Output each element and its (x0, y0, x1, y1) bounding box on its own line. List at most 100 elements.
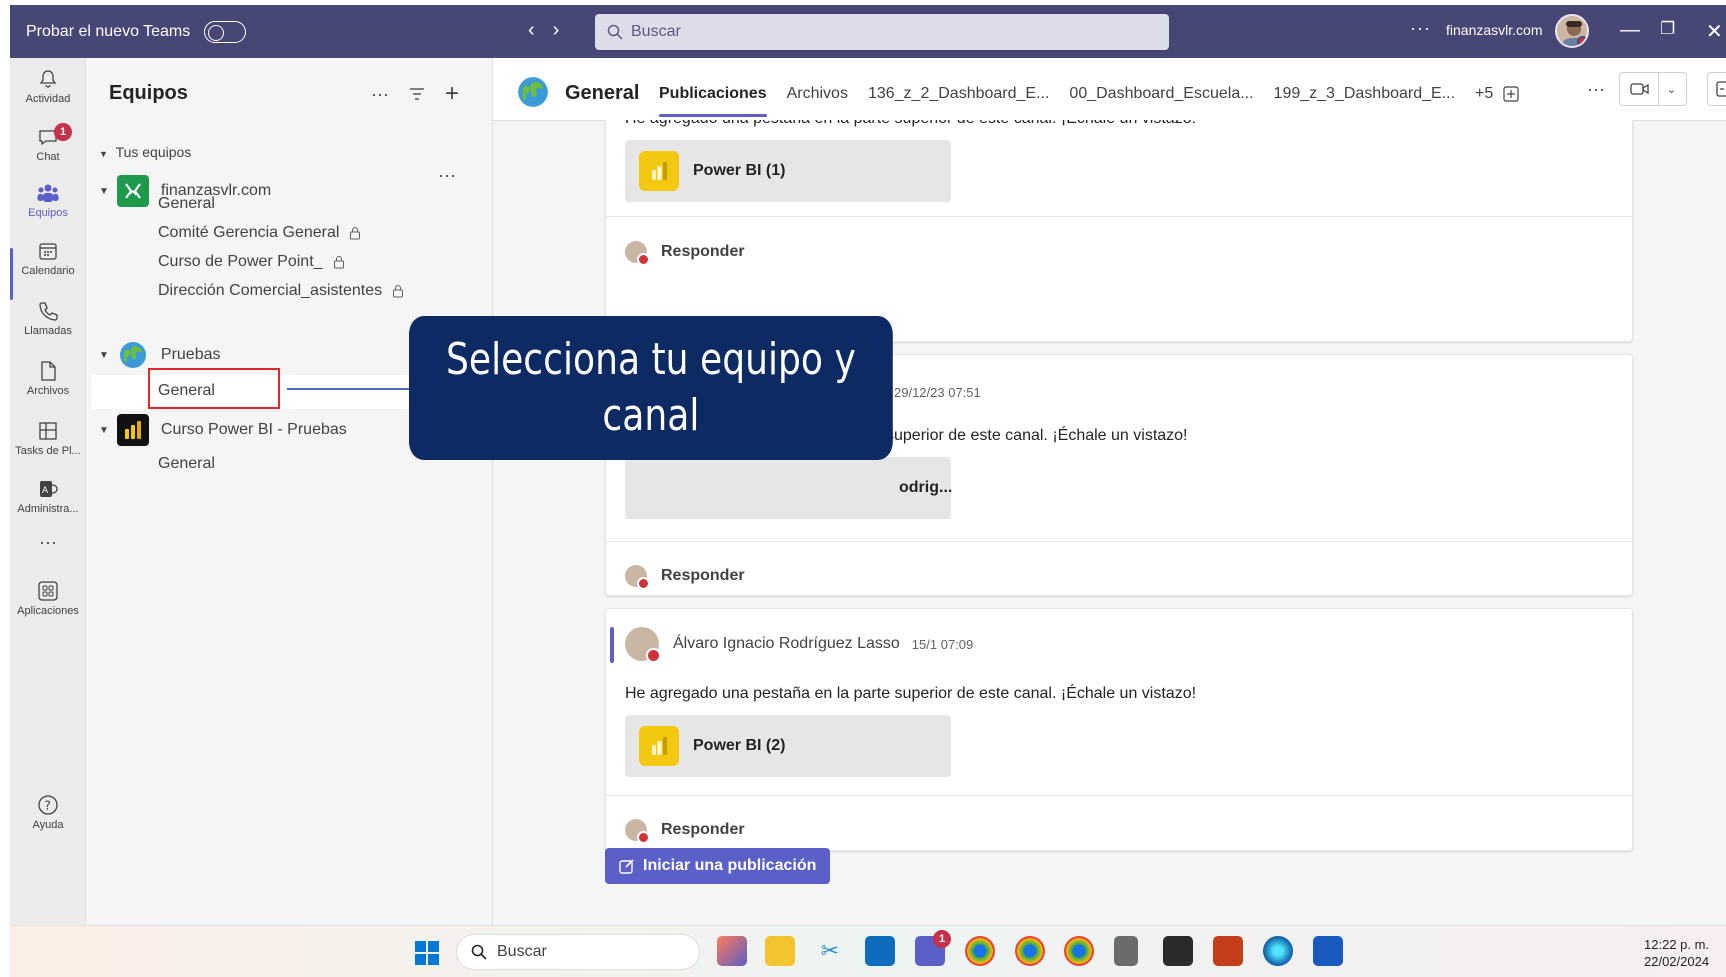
unread-indicator (610, 627, 614, 663)
more-options-icon[interactable]: ··· (371, 84, 389, 105)
rail-label: Chat (36, 151, 60, 163)
tab-dashboard-00[interactable]: 00_Dashboard_Escuela... (1069, 85, 1253, 103)
section-your-teams[interactable]: ▼ Tus equipos (99, 144, 191, 160)
more-options-icon[interactable]: ··· (1410, 18, 1431, 39)
rail-item-tasks[interactable]: Tasks de Pl... (10, 420, 86, 457)
rail-label: Tasks de Pl... (15, 445, 81, 457)
channel-general-power-bi[interactable]: General (158, 455, 215, 473)
chrome-profile-icon[interactable] (1015, 936, 1045, 966)
callout-text: Selecciona tu equipo y canal (445, 334, 856, 441)
history-nav: ‹ › (528, 19, 559, 42)
forward-icon[interactable]: › (553, 19, 560, 42)
avatar[interactable] (1555, 14, 1589, 48)
avatar[interactable] (625, 627, 661, 663)
powerpoint-icon[interactable] (1213, 936, 1243, 966)
lock-icon (350, 227, 361, 240)
channel-label: General (158, 455, 215, 472)
clock-time: 12:22 p. m. (1644, 937, 1710, 952)
search-input[interactable]: Buscar (595, 14, 1169, 50)
rail-item-teams[interactable]: Equipos (10, 182, 86, 219)
tab-dashboard-136[interactable]: 136_z_2_Dashboard_E... (868, 85, 1049, 103)
channel-info-button[interactable] (1706, 72, 1726, 106)
reply-label: Responder (661, 243, 745, 260)
power-bi-tab-card[interactable]: odrig... (625, 457, 952, 519)
add-team-icon[interactable]: + (445, 80, 459, 108)
word-icon[interactable] (1313, 936, 1343, 966)
power-bi-logo-icon (116, 414, 149, 446)
chrome-icon[interactable] (965, 936, 995, 966)
rail-item-chat[interactable]: 1 Chat (10, 123, 86, 163)
power-bi-icon (639, 726, 679, 766)
team-curso-power-bi[interactable]: ▼ Curso Power BI - Pruebas (99, 414, 347, 446)
panel-icon (1716, 81, 1726, 97)
add-tab-icon[interactable] (1503, 86, 1519, 102)
calculator-icon[interactable] (1114, 936, 1138, 966)
tab-archivos[interactable]: Archivos (787, 85, 848, 103)
close-icon[interactable]: ✕ (1706, 19, 1723, 44)
teams-app-icon[interactable]: 1 (915, 930, 951, 966)
author-name[interactable]: Álvaro Ignacio Rodríguez Lasso (673, 635, 900, 653)
new-teams-toggle[interactable] (204, 20, 247, 43)
channel-comite[interactable]: Comité Gerencia General (158, 224, 361, 242)
rail-label: Actividad (25, 93, 71, 105)
reply-button[interactable]: Responder (625, 819, 745, 844)
restore-icon[interactable]: ❐ (1660, 19, 1675, 39)
rail-item-calls[interactable]: Llamadas (10, 300, 86, 337)
title-bar: Probar el nuevo Teams ‹ › Buscar ··· fin… (10, 5, 1726, 58)
taskbar-search[interactable]: Buscar (456, 934, 700, 970)
reply-label: Responder (661, 567, 745, 584)
snipping-tool-icon[interactable]: ✂ (815, 936, 845, 966)
chat-badge: 1 (54, 123, 72, 141)
terminal-icon[interactable] (1163, 936, 1193, 966)
avatar (625, 241, 650, 266)
new-post-button[interactable]: Iniciar una publicación (605, 848, 831, 884)
rail-item-admin[interactable]: A Administra... (10, 478, 86, 515)
channel-general[interactable]: General (158, 195, 215, 213)
new-post-label: Iniciar una publicación (643, 857, 817, 874)
tab-more-count[interactable]: +5 (1475, 85, 1493, 103)
teams-icon (37, 184, 59, 202)
outlook-icon[interactable] (865, 936, 895, 966)
power-bi-tab-card[interactable]: Power BI (1) (625, 140, 951, 202)
team-pruebas[interactable]: ▼ Pruebas (99, 339, 221, 371)
bell-icon (39, 70, 57, 88)
tab-publicaciones[interactable]: Publicaciones (659, 85, 767, 117)
reply-button[interactable]: Responder (625, 565, 745, 590)
copilot-icon[interactable] (717, 936, 747, 966)
reply-button[interactable]: Responder (625, 241, 745, 266)
meet-button[interactable]: ⌄ (1618, 72, 1687, 106)
rail-item-activity[interactable]: Actividad (10, 68, 86, 105)
rail-item-calendar[interactable]: Calendario (10, 240, 86, 277)
svg-text:A: A (42, 486, 49, 496)
more-apps-label: ··· (39, 532, 57, 552)
rail-item-help[interactable]: ? Ayuda (10, 794, 86, 831)
rail-item-apps[interactable]: Aplicaciones (10, 580, 86, 617)
post-card: He agregado una pestaña en la parte supe… (605, 120, 1633, 342)
power-bi-tab-name: Power BI (1) (693, 162, 786, 179)
more-options-icon[interactable]: ··· (1587, 79, 1605, 100)
try-new-teams[interactable]: Probar el nuevo Teams (26, 5, 247, 58)
app-rail: Actividad 1 Chat Equipos Calendario Llam… (10, 58, 86, 925)
clock-date: 22/02/2024 (1644, 954, 1710, 969)
system-clock[interactable]: 12:22 p. m. 22/02/2024 (1644, 936, 1709, 970)
back-icon[interactable]: ‹ (528, 19, 535, 42)
org-name[interactable]: finanzasvlr.com (1446, 22, 1542, 38)
file-explorer-icon[interactable] (765, 936, 795, 966)
filter-icon[interactable] (409, 87, 425, 101)
power-bi-tab-card[interactable]: Power BI (2) (625, 715, 951, 777)
highlight-box (148, 368, 280, 409)
edge-icon[interactable] (1263, 936, 1293, 966)
channel-main: General Publicaciones Archivos 136_z_2_D… (493, 58, 1726, 925)
tab-dashboard-199[interactable]: 199_z_3_Dashboard_E... (1274, 85, 1455, 103)
caret-down-icon: ▼ (99, 185, 109, 197)
channel-power-point[interactable]: Curso de Power Point_ (158, 253, 345, 271)
file-icon (41, 361, 56, 381)
minimize-icon[interactable]: — (1620, 19, 1640, 42)
chrome-profile-2-icon[interactable] (1064, 936, 1094, 966)
windows-start-icon[interactable] (414, 940, 440, 966)
rail-item-files[interactable]: Archivos (10, 360, 86, 397)
rail-more-icon[interactable]: ··· (10, 532, 86, 553)
lock-icon (333, 256, 344, 269)
channel-direccion-comercial[interactable]: Dirección Comercial_asistentes (158, 282, 404, 300)
team-more-icon[interactable]: ··· (438, 165, 456, 186)
